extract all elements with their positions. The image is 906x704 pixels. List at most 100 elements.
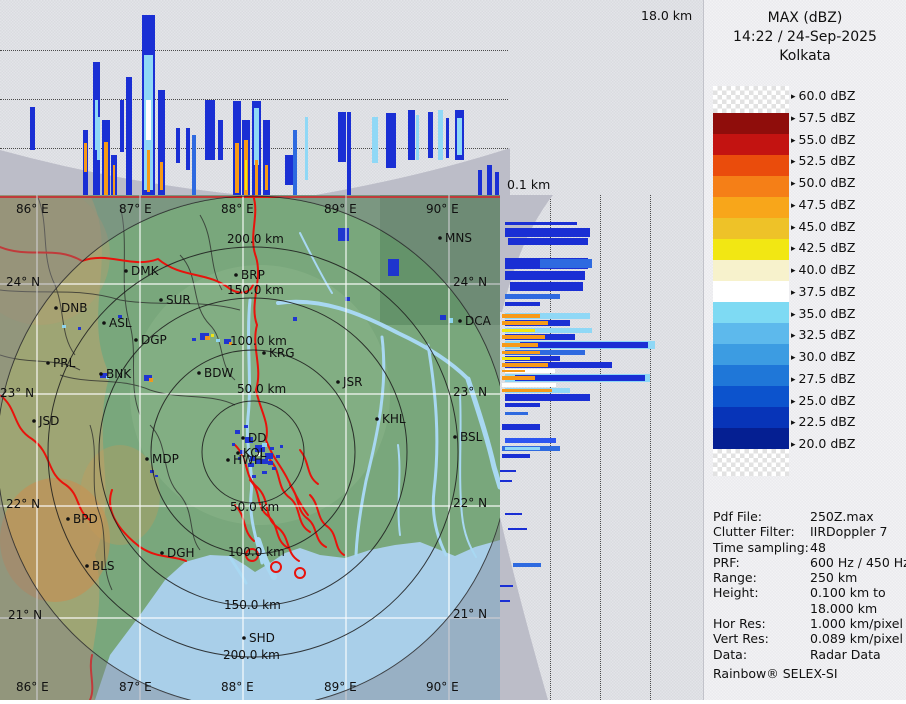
- grid-label: 86° E: [16, 202, 49, 216]
- station-label: DGP: [141, 333, 167, 347]
- reflectivity-row: [502, 314, 540, 318]
- station-dot: [453, 435, 457, 439]
- grid-label: 21° N: [453, 607, 487, 621]
- grid-label: 88° E: [221, 680, 254, 694]
- echo-cell: [192, 338, 196, 341]
- legend-swatch: [713, 323, 789, 344]
- reflectivity-row: [508, 238, 588, 245]
- metadata-value: Radar Data: [810, 646, 881, 662]
- legend-tick-icon: ▸: [791, 266, 796, 276]
- legend-swatch: [713, 218, 789, 239]
- metadata-row: PRF: 600 Hz / 450 Hz: [713, 554, 906, 570]
- station-label: DCA: [465, 314, 492, 328]
- legend-label: ▸ 22.5 dBZ: [791, 414, 856, 430]
- station-label: MDP: [152, 452, 179, 466]
- legend-tick-icon: ▸: [791, 92, 796, 102]
- grid-label: 24° N: [453, 275, 487, 289]
- reflectivity-row: [505, 447, 540, 450]
- product-metadata: Pdf File: 250Z.max Clutter Filter: IIRDoppl…: [713, 509, 906, 662]
- ring-label: 50.0 km: [230, 500, 279, 514]
- ring-label: 200.0 km: [227, 232, 284, 246]
- grid-label: 86° E: [16, 680, 49, 694]
- reflectivity-row: [500, 470, 516, 472]
- station-label: SHD: [249, 631, 275, 645]
- station-label: JSR: [342, 375, 363, 389]
- station-dot: [32, 419, 36, 423]
- legend-swatch: [713, 428, 789, 449]
- echo-cell: [149, 378, 153, 382]
- legend-swatch: [713, 155, 789, 176]
- echo-cell: [270, 447, 274, 450]
- radar-display: 18.0 km 0.1 km 200.0 km 150.0 km 100.0 k…: [0, 0, 906, 700]
- metadata-label: Data:: [713, 646, 748, 662]
- reflectivity-row: [500, 585, 513, 587]
- echo-cell: [268, 461, 273, 465]
- reflectivity-row: [505, 302, 540, 306]
- station-dot: [197, 371, 201, 375]
- legend-tick-icon: ▸: [791, 374, 796, 385]
- metadata-label: PRF:: [713, 554, 740, 570]
- reflectivity-row: [502, 321, 548, 325]
- legend-label: ▸ 52.5 dBZ: [791, 153, 856, 169]
- reflectivity-row: [502, 376, 535, 380]
- legend-tick-icon: ▸: [791, 331, 796, 342]
- metadata-value: 0.089 km/pixel: [810, 631, 903, 647]
- metadata-row: Height: 0.100 km to: [713, 585, 905, 600]
- station-label: SUR: [166, 293, 191, 307]
- legend-tick-icon: ▸: [791, 287, 796, 298]
- metadata-label: [713, 601, 810, 616]
- legend-swatch: [713, 176, 789, 197]
- grid-label: 87° E: [119, 680, 152, 694]
- info-sidebar: MAX (dBZ) 14:22 / 24-Sep-2025 Kolkata ▸ 6…: [703, 0, 906, 700]
- metadata-label: Vert Res:: [713, 631, 769, 647]
- legend-swatch: [713, 386, 789, 407]
- metadata-value: IIRDoppler 7: [810, 524, 888, 540]
- ring-label: 50.0 km: [237, 382, 286, 396]
- legend-tick-icon: ▸: [791, 353, 796, 363]
- station-label: DMK: [131, 264, 160, 278]
- station-label: KHL: [382, 412, 406, 426]
- legend-label: ▸ 60.0 dBZ: [791, 88, 856, 103]
- reflectivity-row: [502, 343, 538, 347]
- legend-tick-icon: ▸: [791, 396, 796, 407]
- ring-label: 150.0 km: [227, 283, 284, 297]
- legend-tick-icon: ▸: [791, 113, 796, 124]
- metadata-value: 0.100 km to: [810, 585, 886, 601]
- station-dot: [241, 436, 245, 440]
- legend-swatch: [713, 134, 789, 155]
- legend-tick-icon: ▸: [791, 157, 796, 168]
- product-name: MAX (dBZ): [767, 10, 843, 26]
- station-dot: [159, 298, 163, 302]
- grid-label: 21° N: [8, 608, 42, 622]
- echo-cell: [388, 259, 399, 276]
- metadata-row: Data: Radar Data: [713, 647, 905, 662]
- echo-cell: [338, 228, 349, 241]
- station-label: MNS: [445, 231, 472, 245]
- metadata-value: 250 km: [810, 570, 858, 586]
- station-dot: [85, 564, 89, 568]
- legend-label: ▸ 20.0 dBZ: [791, 436, 856, 451]
- station-dot: [458, 319, 462, 323]
- echo-cell: [252, 475, 256, 478]
- ring-label: 150.0 km: [224, 598, 281, 612]
- station-dot: [160, 551, 164, 555]
- echo-cell: [262, 471, 267, 474]
- echo-cell: [272, 467, 276, 470]
- metadata-value: 600 Hz / 450 Hz: [810, 554, 906, 570]
- grid-label: 89° E: [324, 680, 357, 694]
- station-dot: [54, 306, 58, 310]
- station-dot: [124, 269, 128, 273]
- reflectivity-row: [508, 528, 527, 530]
- reflectivity-row: [502, 424, 540, 430]
- legend-tick-icon: ▸: [791, 309, 796, 320]
- station-label: DD: [248, 431, 266, 445]
- grid-label: 24° N: [6, 275, 40, 289]
- echo-cell: [440, 315, 446, 320]
- echo-cell: [280, 445, 283, 448]
- station-label: BLS: [92, 559, 115, 573]
- station-label: BPD: [73, 512, 98, 526]
- metadata-row: Clutter Filter: IIRDoppler 7: [713, 524, 905, 539]
- legend-label: ▸ 57.5 dBZ: [791, 109, 856, 125]
- legend-swatch: [713, 113, 789, 134]
- dbz-color-scale: [713, 86, 789, 476]
